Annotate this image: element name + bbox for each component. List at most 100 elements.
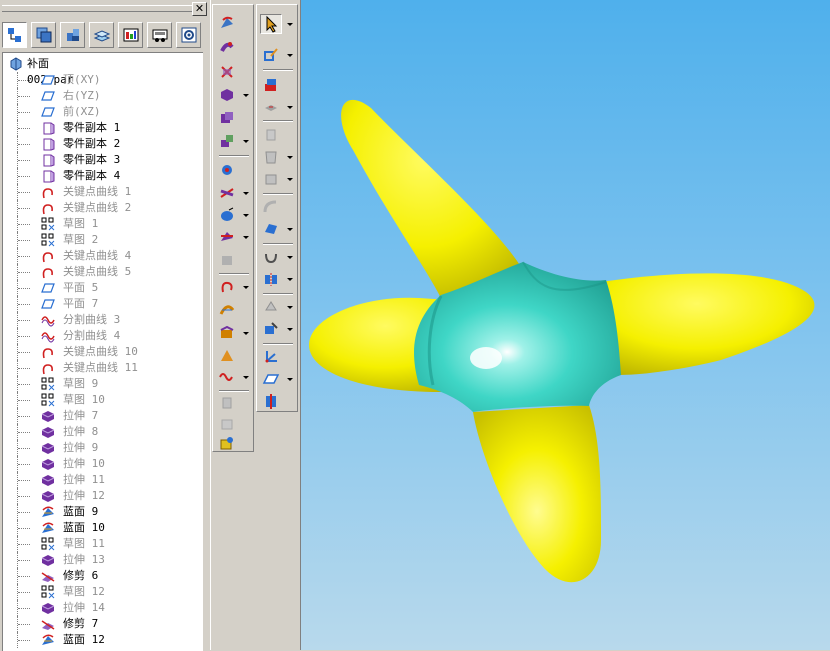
split-curve-tool-button[interactable] [216, 367, 238, 387]
tree-item-keypoint-curve[interactable]: 关键点曲线 4 [3, 248, 201, 264]
disabled-tool-4-dropdown[interactable] [286, 297, 294, 317]
tree-item-keypoint-curve[interactable]: 关键点曲线 1 [3, 184, 201, 200]
add-body-dropdown[interactable] [286, 319, 294, 339]
settings-tab[interactable] [176, 22, 201, 48]
sketch-dropdown[interactable] [286, 45, 294, 65]
tree-item-split-curve[interactable]: 分割曲线 4 [3, 328, 201, 344]
add-body-button[interactable] [260, 319, 282, 339]
tree-item-plane[interactable]: 前(XZ) [3, 104, 201, 120]
thicken-button[interactable] [260, 219, 282, 239]
3d-graphics-window[interactable] [300, 0, 830, 650]
tree-item-sketch[interactable]: 草图 2 [3, 232, 201, 248]
tree-item-sketch[interactable]: 草图 9 [3, 376, 201, 392]
split-curve-dropdown[interactable] [242, 227, 250, 247]
tree-item-part-copy[interactable]: 零件副本 4 [3, 168, 201, 184]
tree-item-trim[interactable]: 修剪 7 [3, 616, 201, 632]
tree-item-plane[interactable]: 右(YZ) [3, 88, 201, 104]
keypoint-curve-dropdown[interactable] [242, 277, 250, 297]
protrusion-button[interactable] [260, 75, 282, 95]
stitched-surface-dropdown[interactable] [286, 247, 294, 267]
tree-item-extrude[interactable]: 拉伸 14 [3, 600, 201, 616]
disabled-tool-3-button[interactable] [216, 414, 238, 434]
keypoint-curve-button[interactable] [216, 277, 238, 297]
stitched-surface-button[interactable] [260, 247, 282, 267]
offset-surface-button[interactable] [216, 131, 238, 151]
tree-item-sketch[interactable]: 草图 1 [3, 216, 201, 232]
propeller-model[interactable] [301, 0, 830, 650]
cutout-button[interactable] [260, 97, 282, 117]
mirror-dropdown[interactable] [286, 269, 294, 289]
tree-item-extrude[interactable]: 拉伸 8 [3, 424, 201, 440]
cutout-dropdown[interactable] [286, 97, 294, 117]
tree-item-bluesurf[interactable]: 蓝面 12 [3, 632, 201, 648]
feature-library-tab[interactable] [89, 22, 114, 48]
tree-item-keypoint-curve[interactable]: 关键点曲线 10 [3, 344, 201, 360]
tree-item-plane[interactable]: 顶(XY) [3, 72, 201, 88]
tree-item-part-copy[interactable]: 零件副本 2 [3, 136, 201, 152]
tree-item-trim[interactable]: 修剪 6 [3, 568, 201, 584]
tree-item-extrude[interactable]: 拉伸 7 [3, 408, 201, 424]
tree-item-plane[interactable]: 平面 5 [3, 280, 201, 296]
extruded-surface-button[interactable] [216, 85, 238, 105]
tree-item-bluesurf[interactable]: 蓝面 9 [3, 504, 201, 520]
tree-item-extrude[interactable]: 拉伸 11 [3, 472, 201, 488]
project-dropdown[interactable] [242, 205, 250, 225]
tree-item-extrude[interactable]: 拉伸 13 [3, 552, 201, 568]
hole-button[interactable] [260, 125, 282, 145]
thicken-dropdown[interactable] [286, 219, 294, 239]
disabled-tool-2-button[interactable] [216, 393, 238, 413]
tree-item-plane[interactable]: 平面 7 [3, 296, 201, 312]
tree-item-extrude[interactable]: 拉伸 12 [3, 488, 201, 504]
tree-item-extrude[interactable]: 拉伸 10 [3, 456, 201, 472]
split-curve-button[interactable] [216, 227, 238, 247]
round-button[interactable] [260, 197, 282, 217]
parts-library-tab[interactable] [60, 22, 85, 48]
cross-curve-button[interactable] [216, 346, 238, 366]
intersect-button[interactable] [216, 183, 238, 203]
coordinate-system-button[interactable] [260, 347, 282, 367]
derived-curve-dropdown[interactable] [242, 323, 250, 343]
part-copy-button[interactable] [216, 108, 238, 128]
draft-button[interactable] [260, 169, 282, 189]
curve-by-table-button[interactable] [216, 300, 238, 320]
reference-plane-button[interactable] [260, 369, 282, 389]
intersect-dropdown[interactable] [242, 183, 250, 203]
tree-item-part-copy[interactable]: 零件副本 3 [3, 152, 201, 168]
pane-titlebar[interactable]: ✕ [0, 0, 210, 18]
keypoint-button[interactable] [216, 160, 238, 180]
select-tool-button[interactable] [260, 14, 282, 34]
tree-item-part-copy[interactable]: 零件副本 1 [3, 120, 201, 136]
pane-grip[interactable] [2, 5, 194, 12]
mirror-button[interactable] [260, 269, 282, 289]
thin-wall-button[interactable] [260, 147, 282, 167]
draft-dropdown[interactable] [286, 169, 294, 189]
select-tool-dropdown[interactable] [286, 14, 294, 34]
swept-surface-button[interactable] [216, 38, 238, 58]
replace-face-button[interactable] [216, 433, 238, 453]
tree-item-split-curve[interactable]: 分割曲线 3 [3, 312, 201, 328]
engineering-reference-tab[interactable] [147, 22, 172, 48]
tree-item-sketch[interactable]: 草图 11 [3, 536, 201, 552]
tree-item-extrude[interactable]: 拉伸 9 [3, 440, 201, 456]
bounded-surface-button[interactable] [216, 62, 238, 82]
feature-tree[interactable]: 补面002.par 顶(XY) 右(YZ) 前(XZ) 零件副本 1 零件副本 2 零件副… [2, 52, 203, 651]
split-curve-tool-dropdown[interactable] [242, 367, 250, 387]
disabled-tool-4-button[interactable] [260, 297, 282, 317]
bluesurf-button[interactable] [216, 13, 238, 33]
family-of-parts-tab[interactable] [118, 22, 143, 48]
tree-item-bluesurf[interactable]: 蓝面 10 [3, 520, 201, 536]
disabled-tool-1-button[interactable] [216, 250, 238, 270]
derived-curve-button[interactable] [216, 323, 238, 343]
close-pane-button[interactable]: ✕ [192, 2, 207, 16]
layers-tab[interactable] [31, 22, 56, 48]
reference-plane-dropdown[interactable] [286, 369, 294, 389]
extruded-surface-dropdown[interactable] [242, 85, 250, 105]
tree-item-sketch[interactable]: 草图 12 [3, 584, 201, 600]
project-button[interactable] [216, 205, 238, 225]
feature-tree-tab[interactable] [2, 22, 27, 48]
tree-item-keypoint-curve[interactable]: 关键点曲线 2 [3, 200, 201, 216]
tree-item-sketch[interactable]: 草图 10 [3, 392, 201, 408]
tree-item-keypoint-curve[interactable]: 关键点曲线 11 [3, 360, 201, 376]
tree-item-keypoint-curve[interactable]: 关键点曲线 5 [3, 264, 201, 280]
thin-wall-dropdown[interactable] [286, 147, 294, 167]
